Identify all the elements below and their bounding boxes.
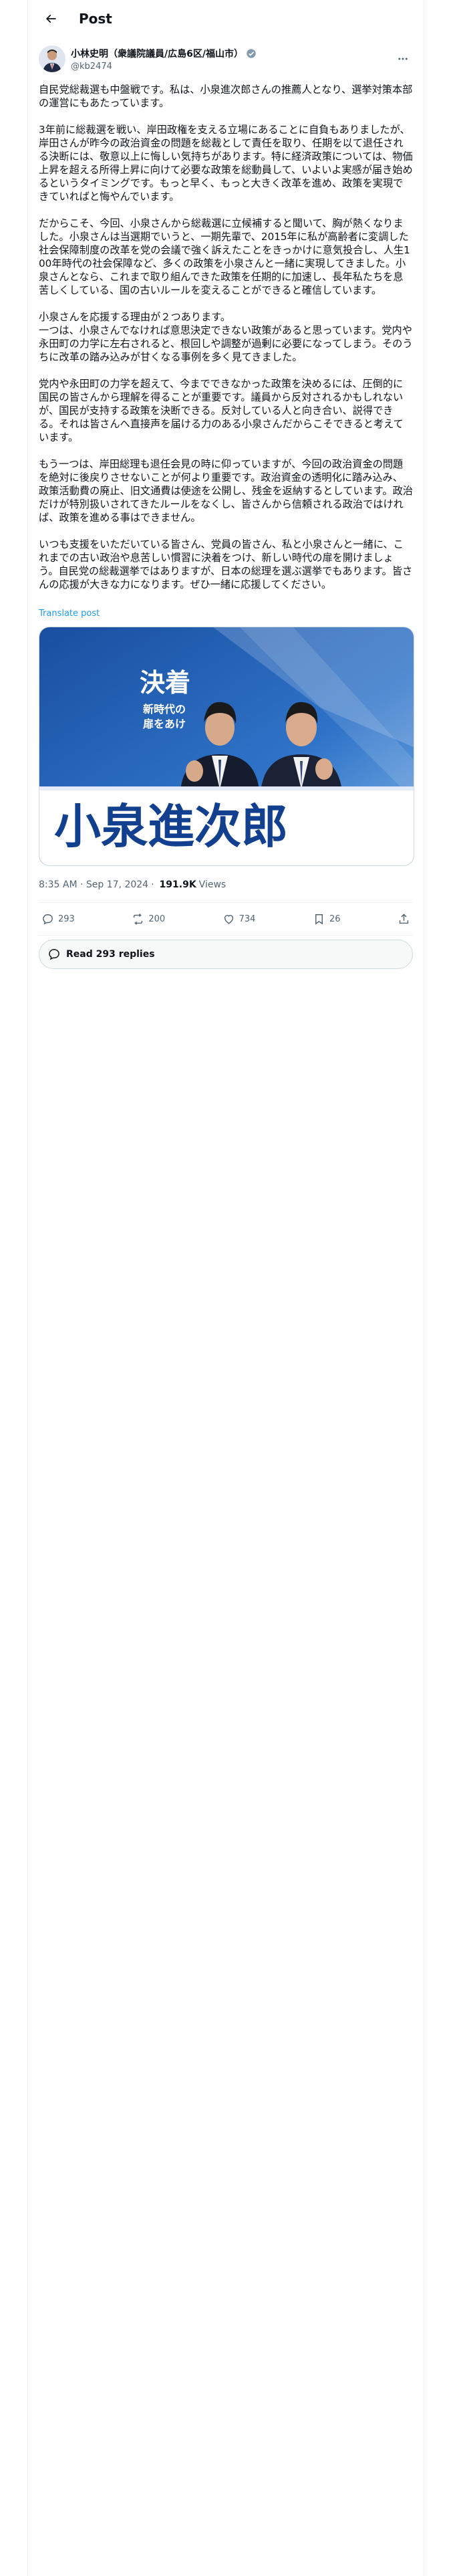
more-dots-icon bbox=[398, 58, 408, 60]
tweet-paragraph: だからこそ、今回、小泉さんから総裁選に立候補すると聞いて、胸が熱くなりました。小… bbox=[39, 217, 410, 296]
tweet-media-image[interactable]: 決着 新時代の 扉をあけ 小泉進次郎 bbox=[39, 627, 414, 866]
reply-count: 293 bbox=[58, 914, 75, 924]
tweet-paragraph: 3年前に総裁選を戦い、岸田政権を支える立場にあることに自負もありましたが、岸田さ… bbox=[39, 124, 413, 203]
bookmark-button[interactable]: 26 bbox=[313, 913, 341, 926]
read-replies-button[interactable]: Read 293 replies bbox=[39, 940, 413, 969]
author-handle[interactable]: @kb2474 bbox=[71, 62, 393, 72]
arrow-left-icon bbox=[45, 14, 56, 23]
author-row: 小林史明（衆議院議員/広島6区/福山市） @kb2474 bbox=[28, 37, 424, 75]
avatar[interactable] bbox=[39, 45, 65, 72]
podium-name: 小泉進次郎 bbox=[54, 799, 288, 854]
bookmark-icon bbox=[315, 914, 323, 925]
views-count: 191.9K bbox=[159, 879, 196, 890]
tweet-paragraph: いつも支援をいただいている皆さん、党員の皆さん、私と小泉さんと一緒に、これまでの… bbox=[39, 538, 413, 591]
author-name[interactable]: 小林史明（衆議院議員/広島6区/福山市） bbox=[71, 47, 243, 60]
campaign-photo: 決着 新時代の 扉をあけ 小泉進次郎 bbox=[39, 627, 414, 865]
like-button[interactable]: 734 bbox=[222, 913, 256, 926]
reply-icon bbox=[43, 914, 53, 925]
author-name-line: 小林史明（衆議院議員/広島6区/福山市） bbox=[71, 47, 393, 60]
tweet-paragraph: 小泉さんを応援する理由が２つあります。 一つは、小泉さんでなければ意思決定できな… bbox=[39, 311, 413, 363]
tweet-paragraph: 党内や永田町の力学を超えて、今までできなかった政策を決めるには、圧倒的に国民の皆… bbox=[39, 378, 404, 443]
share-icon bbox=[399, 913, 409, 924]
share-button[interactable] bbox=[398, 913, 410, 926]
divider bbox=[39, 935, 413, 936]
banner-headline: 決着 bbox=[140, 668, 190, 697]
tweet-paragraph: もう一つは、岸田総理も退任会見の時に仰っていますが、今回の政治資金の問題を絶対に… bbox=[39, 458, 413, 524]
top-bar: Post bbox=[28, 0, 424, 37]
repost-count: 200 bbox=[148, 914, 166, 924]
reply-bubble-icon bbox=[49, 949, 59, 960]
tweet-paragraph: 自民党総裁選も中盤戦です。私は、小泉進次郎さんの推薦人となり、選挙対策本部の運営… bbox=[39, 84, 413, 109]
avatar-image bbox=[39, 45, 65, 72]
separator-dot: · bbox=[151, 879, 154, 890]
like-count: 734 bbox=[239, 914, 256, 924]
views-label: Views bbox=[198, 879, 227, 890]
more-options-button[interactable] bbox=[393, 53, 413, 65]
reply-button[interactable]: 293 bbox=[41, 913, 75, 926]
bookmark-count: 26 bbox=[329, 914, 341, 924]
heart-icon bbox=[224, 914, 233, 924]
author-meta: 小林史明（衆議院議員/広島6区/福山市） @kb2474 bbox=[71, 47, 393, 72]
main-column: Post 小林史明（衆議院議員/広島6区/福山市） @kb2474 自民党総裁選… bbox=[27, 0, 424, 2576]
banner-subtitle-line1: 新時代の bbox=[143, 703, 186, 716]
repost-button[interactable]: 200 bbox=[132, 913, 165, 926]
page-title: Post bbox=[79, 11, 112, 27]
post-timestamp[interactable]: 8:35 AM · Sep 17, 2024 bbox=[39, 879, 148, 890]
repost-icon bbox=[134, 913, 143, 925]
back-button[interactable] bbox=[39, 7, 63, 31]
verified-badge-icon bbox=[246, 48, 257, 59]
action-bar: 293 200 734 26 bbox=[39, 903, 413, 935]
timestamp-row: 8:35 AM · Sep 17, 2024 · 191.9K Views bbox=[39, 878, 413, 891]
tweet-body: 自民党総裁選も中盤戦です。私は、小泉進次郎さんの推薦人となり、選挙対策本部の運営… bbox=[28, 75, 424, 969]
banner-subtitle-line2: 扉をあけ bbox=[143, 718, 186, 730]
translate-post-link[interactable]: Translate post bbox=[39, 609, 100, 619]
read-replies-label: Read 293 replies bbox=[66, 949, 155, 960]
